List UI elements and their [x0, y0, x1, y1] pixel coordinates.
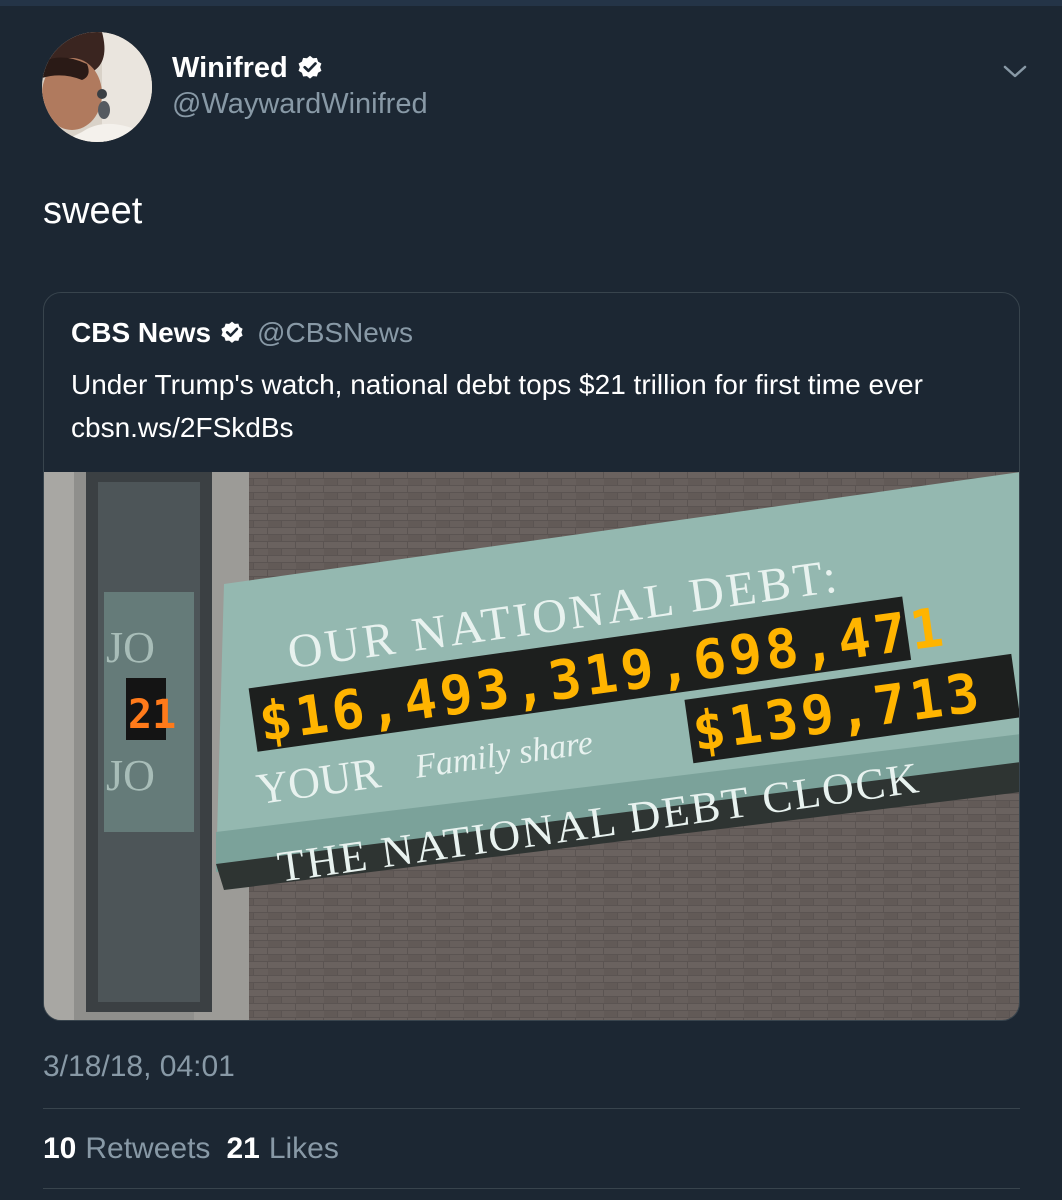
avatar[interactable]: [42, 32, 152, 142]
author-name[interactable]: Winifred: [172, 50, 324, 86]
author-name-text[interactable]: Winifred: [172, 52, 288, 85]
quoted-author-name: CBS News: [71, 317, 212, 348]
retweets-label: Retweets: [85, 1132, 211, 1165]
divider: [43, 1188, 1020, 1189]
retweets-count: 10: [43, 1132, 77, 1165]
retweets-stat[interactable]: 10 Retweets: [43, 1132, 210, 1166]
likes-count: 21: [226, 1132, 260, 1165]
quoted-header: CBS News @CBSNews: [71, 313, 413, 353]
author-handle[interactable]: @WaywardWinifred: [172, 88, 428, 121]
quoted-text: Under Trump's watch, national debt tops …: [71, 369, 923, 443]
top-edge: [0, 0, 1062, 6]
tweet-detail: Winifred @WaywardWinifred sweet CBS News…: [0, 0, 1062, 1200]
side-sign-text-bottom: JO: [106, 751, 155, 800]
quoted-photo[interactable]: JO JO 21 OUR NATIONAL DEBT: $16,493,319,…: [44, 472, 1019, 1020]
verified-badge-icon: [298, 55, 322, 79]
quoted-author-handle: @CBSNews: [257, 317, 414, 348]
likes-label: Likes: [268, 1132, 339, 1165]
side-sign-text-top: JO: [106, 623, 155, 672]
verified-badge-icon: [221, 321, 243, 343]
quoted-tweet[interactable]: CBS News @CBSNews Under Trump's watch, n…: [43, 292, 1020, 1021]
likes-stat[interactable]: 21 Likes: [226, 1132, 338, 1166]
tweet-text: sweet: [43, 190, 143, 232]
divider: [43, 1108, 1020, 1109]
side-led-digits: 21: [128, 692, 176, 738]
chevron-down-icon[interactable]: [1000, 56, 1030, 86]
tweet-timestamp[interactable]: 3/18/18, 04:01: [43, 1050, 235, 1084]
engagement-stats: 10 Retweets 21 Likes: [43, 1132, 339, 1166]
